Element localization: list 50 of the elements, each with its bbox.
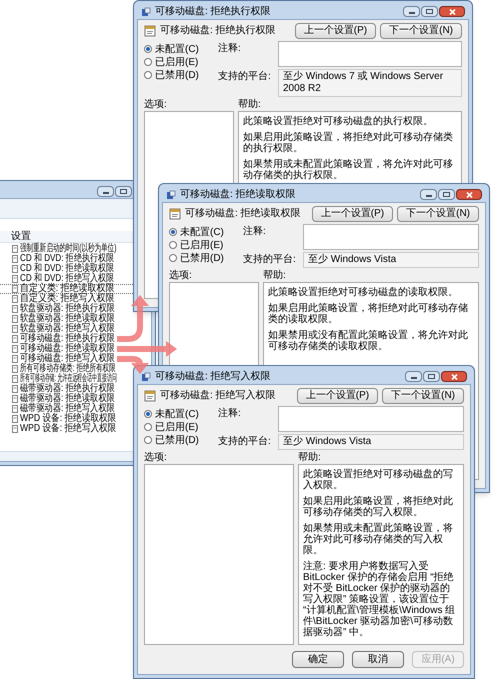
policy-name: 可移动磁盘: 拒绝执行权限 bbox=[20, 334, 115, 344]
help-paragraph: 如果启用此策略设置，将拒绝对此可移动存储类的执行权限。 bbox=[243, 132, 454, 154]
policy-name: 自定义类: 拒绝读取权限 bbox=[20, 284, 114, 294]
policy-name: 软盘驱动器: 拒绝读取权限 bbox=[20, 314, 115, 324]
policy-name: 强制重新启动的时间(以秒为单位) bbox=[20, 244, 116, 254]
policy-name: 所有可移动存储类: 拒绝所有权限 bbox=[20, 364, 116, 374]
platform-label: 支持的平台: bbox=[218, 434, 272, 449]
options-label: 选项: bbox=[169, 270, 193, 281]
help-paragraph: 如果禁用或没有配置此策略设置，将允许对此可移动存储类的读取权限。 bbox=[268, 330, 469, 352]
options-label: 选项: bbox=[144, 452, 168, 463]
help-label: 帮助: bbox=[298, 452, 321, 463]
policy-name: 软盘驱动器: 拒绝执行权限 bbox=[20, 304, 115, 314]
comment-label: 注释: bbox=[218, 406, 242, 421]
platform-field: 至少 Windows 7 或 Windows Server 2008 R2 bbox=[278, 69, 462, 97]
help-paragraph: 如果禁用或未配置此策略设置，将允许对此可移动存储类的写入权限。 bbox=[303, 523, 454, 556]
platform-field: 至少 Windows Vista bbox=[278, 434, 464, 450]
help-paragraph: 此策略设置拒绝对可移动磁盘的读取权限。 bbox=[268, 287, 459, 298]
policy-name: 磁带驱动器: 拒绝执行权限 bbox=[20, 384, 115, 394]
policy-name: WPD 设备: 拒绝写入权限 bbox=[20, 424, 116, 434]
setting-heading: 可移动磁盘: 拒绝读取权限 bbox=[185, 208, 301, 219]
window-title: 可移动磁盘: 拒绝写入权限 bbox=[155, 371, 271, 382]
help-paragraph: 此策略设置拒绝对可移动磁盘的写入权限。 bbox=[303, 469, 454, 491]
help-paragraph: 注意: 要求用户将数据写入受 BitLocker 保护的存储会启用 “拒绝对不受 BitLocker 保护的驱动器的写入权限” 策略设置，该设置位于 “计算机配置\管理模板\Windows 组件\BitLocker 驱动器加密\可移动数据驱动器” 中。 bbox=[303, 561, 456, 638]
help-paragraph: 此策略设置拒绝对可移动磁盘的执行权限。 bbox=[243, 116, 434, 127]
comment-label: 注释: bbox=[218, 42, 242, 56]
help-paragraph: 如果禁用或未配置此策略设置，将允许对此可移动存储类的执行权限。 bbox=[243, 159, 454, 181]
platform-field: 至少 Windows Vista bbox=[303, 252, 479, 268]
policy-name: 自定义类: 拒绝写入权限 bbox=[20, 294, 114, 304]
policy-name: 磁带驱动器: 拒绝写入权限 bbox=[20, 404, 115, 414]
policy-name: CD 和 DVD: 拒绝读取权限 bbox=[20, 264, 114, 274]
policy-name: WPD 设备: 拒绝读取权限 bbox=[20, 414, 116, 424]
policy-name: 可移动磁盘: 拒绝写入权限 bbox=[20, 354, 115, 364]
policy-name: 可移动磁盘: 拒绝读取权限 bbox=[20, 344, 115, 354]
help-label: 帮助: bbox=[263, 270, 286, 281]
platform-label: 支持的平台: bbox=[243, 252, 297, 267]
policy-name: 磁带驱动器: 拒绝读取权限 bbox=[20, 394, 115, 404]
help-paragraph: 如果启用此策略设置，将拒绝对此可移动存储类的读取权限。 bbox=[268, 303, 469, 325]
policy-name: CD 和 DVD: 拒绝执行权限 bbox=[20, 254, 114, 264]
platform-label: 支持的平台: bbox=[218, 70, 272, 84]
comment-label: 注释: bbox=[243, 224, 267, 239]
setting-heading: 可移动磁盘: 拒绝写入权限 bbox=[160, 390, 276, 401]
policy-name: 软盘驱动器: 拒绝写入权限 bbox=[20, 324, 115, 334]
help-paragraph: 如果启用此策略设置，将拒绝对此可移动存储类的写入权限。 bbox=[303, 496, 454, 518]
policy-name: CD 和 DVD: 拒绝写入权限 bbox=[20, 274, 114, 284]
window-title: 可移动磁盘: 拒绝执行权限 bbox=[155, 6, 271, 17]
setting-heading: 可移动磁盘: 拒绝执行权限 bbox=[160, 25, 276, 36]
window-title: 可移动磁盘: 拒绝读取权限 bbox=[180, 189, 296, 200]
options-label: 选项: bbox=[144, 99, 168, 110]
policy-name: 所有可移动存储: 允许在远程会话中直接访问 bbox=[20, 374, 117, 384]
help-label: 帮助: bbox=[238, 99, 261, 110]
